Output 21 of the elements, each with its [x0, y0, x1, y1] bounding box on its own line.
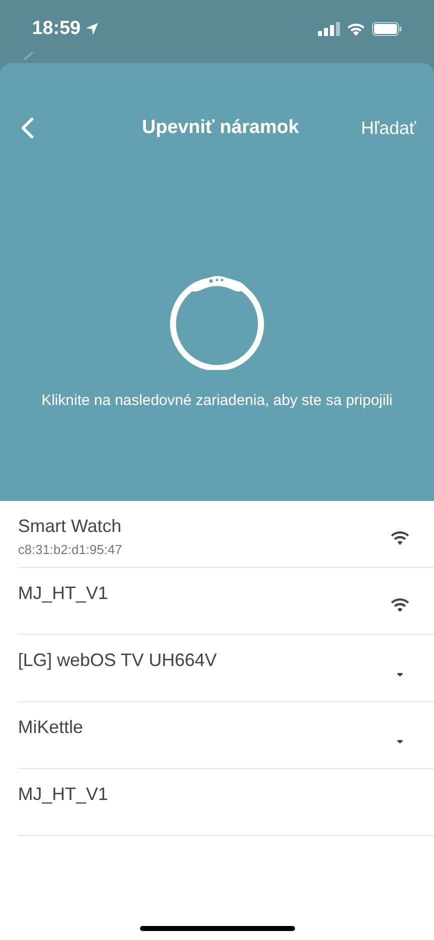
instruction-text: Kliknite na nasledovné zariadenia, aby ste sa pripojili	[40, 391, 394, 411]
device-row[interactable]: MiKettle	[18, 702, 434, 769]
device-name: MJ_HT_V1	[18, 783, 108, 806]
location-arrow-icon	[84, 22, 99, 36]
wifi-icon	[346, 22, 366, 36]
signal-strong-icon	[390, 531, 410, 545]
cellular-signal-icon	[318, 22, 340, 36]
device-row[interactable]: MJ_HT_V1	[18, 568, 434, 635]
battery-icon	[372, 22, 402, 36]
device-address: c8:31:b2:d1:95:47	[18, 541, 122, 559]
status-time: 18:59	[32, 16, 81, 41]
device-name: MiKettle	[18, 716, 84, 739]
device-name: [LG] webOS TV UH664V	[18, 649, 217, 672]
device-row[interactable]: [LG] webOS TV UH664V	[18, 635, 434, 702]
signal-strong-icon	[390, 598, 410, 612]
sheet-title: Upevniť náramok	[142, 116, 299, 140]
back-icon	[20, 117, 34, 139]
device-row[interactable]: MJ_HT_V1	[18, 769, 434, 836]
device-name: Smart Watch	[18, 515, 122, 538]
device-row[interactable]: Smart Watch c8:31:b2:d1:95:47	[18, 501, 434, 568]
device-name: MJ_HT_V1	[18, 582, 108, 605]
